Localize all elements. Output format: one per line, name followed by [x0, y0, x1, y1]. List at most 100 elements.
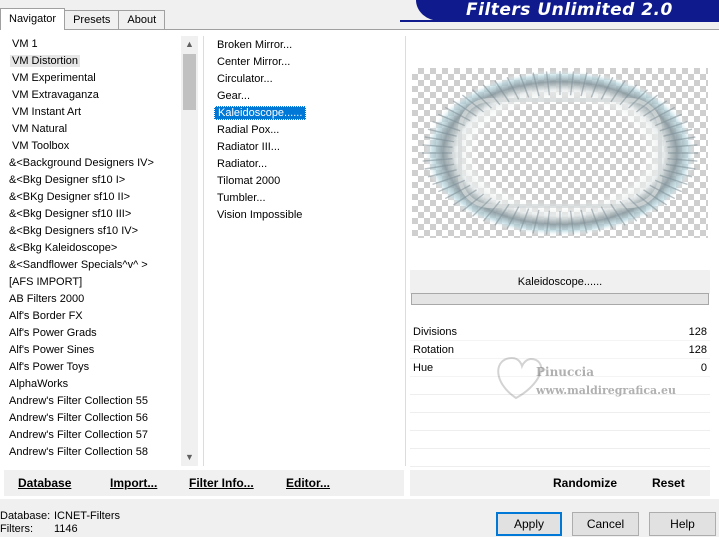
- param-row-rotation[interactable]: Rotation 128: [410, 341, 710, 359]
- editor-button[interactable]: Editor...: [286, 470, 330, 496]
- category-item[interactable]: [AFS IMPORT]: [0, 274, 181, 291]
- category-item[interactable]: &<Bkg Designers sf10 IV>: [0, 223, 181, 240]
- filter-preview: [412, 68, 708, 238]
- help-button[interactable]: Help: [649, 512, 716, 536]
- category-label: &<Background Designers IV>: [9, 157, 154, 169]
- filter-item[interactable]: Tumbler...: [214, 190, 394, 207]
- param-name: Hue: [413, 362, 434, 374]
- category-label: Andrew's Filter Collection 57: [9, 429, 149, 441]
- tab-about[interactable]: About: [118, 10, 166, 30]
- tab-bar: Navigator Presets About: [0, 8, 166, 30]
- parameter-title: Kaleidoscope......: [410, 270, 710, 294]
- toolbar-right: Randomize Reset: [410, 470, 710, 496]
- filter-item[interactable]: Vision Impossible: [214, 207, 394, 224]
- category-item[interactable]: Alf's Power Sines: [0, 342, 181, 359]
- param-row-empty: [410, 449, 710, 467]
- database-button[interactable]: Database: [18, 470, 71, 496]
- param-name: Rotation: [413, 344, 454, 356]
- filter-item[interactable]: Center Mirror...: [214, 54, 394, 71]
- category-label: VM Natural: [12, 123, 68, 135]
- category-label: VM Extravaganza: [12, 89, 99, 101]
- category-scrollbar[interactable]: ▲ ▼: [181, 36, 198, 466]
- category-label: VM Experimental: [12, 72, 96, 84]
- category-item[interactable]: VM 1: [0, 36, 181, 53]
- divider: [405, 36, 406, 466]
- param-row-empty: [410, 413, 710, 431]
- category-label: VM Instant Art: [12, 106, 82, 118]
- filter-item[interactable]: Radial Pox...: [214, 122, 394, 139]
- category-label: Andrew's Filter Collection 56: [9, 412, 149, 424]
- category-item[interactable]: Alf's Power Grads: [0, 325, 181, 342]
- category-label: [AFS IMPORT]: [9, 276, 83, 288]
- chevron-up-icon[interactable]: ▲: [181, 36, 198, 53]
- category-item[interactable]: &<Bkg Designer sf10 III>: [0, 206, 181, 223]
- filter-label: Gear...: [217, 90, 251, 102]
- category-item[interactable]: &<Sandflower Specials^v^ >: [0, 257, 181, 274]
- filter-item[interactable]: Tilomat 2000: [214, 173, 394, 190]
- filter-info-button[interactable]: Filter Info...: [189, 470, 254, 496]
- category-item[interactable]: &<Background Designers IV>: [0, 155, 181, 172]
- filter-item[interactable]: Gear...: [214, 88, 394, 105]
- param-row-empty: [410, 377, 710, 395]
- randomize-button[interactable]: Randomize: [553, 470, 617, 496]
- cancel-button[interactable]: Cancel: [572, 512, 639, 536]
- filter-label: Tilomat 2000: [217, 175, 281, 187]
- param-row-empty: [410, 395, 710, 413]
- filter-item[interactable]: Radiator III...: [214, 139, 394, 156]
- category-item[interactable]: VM Toolbox: [0, 138, 181, 155]
- category-item[interactable]: AlphaWorks: [0, 376, 181, 393]
- chevron-down-icon[interactable]: ▼: [181, 449, 198, 466]
- category-label: Alf's Power Sines: [9, 344, 95, 356]
- filter-item[interactable]: Radiator...: [214, 156, 394, 173]
- category-item[interactable]: Alf's Border FX: [0, 308, 181, 325]
- import-button[interactable]: Import...: [110, 470, 157, 496]
- filter-label: Radiator...: [217, 158, 268, 170]
- apply-button[interactable]: Apply: [496, 512, 562, 536]
- category-item[interactable]: VM Instant Art: [0, 104, 181, 121]
- category-item[interactable]: &<Bkg Designer sf10 I>: [0, 172, 181, 189]
- filter-item[interactable]: Kaleidoscope......: [214, 105, 394, 122]
- navigator-panel: VM 1 VM Distortion VM Experimental VM Extra…: [0, 29, 719, 499]
- filter-item[interactable]: Circulator...: [214, 71, 394, 88]
- divider: [203, 36, 204, 466]
- reset-button[interactable]: Reset: [652, 470, 685, 496]
- filter-label: Circulator...: [217, 73, 273, 85]
- param-row-hue[interactable]: Hue 0: [410, 359, 710, 377]
- param-name: Divisions: [413, 326, 458, 338]
- scrollbar-thumb[interactable]: [183, 54, 196, 110]
- category-item[interactable]: &<Bkg Kaleidoscope>: [0, 240, 181, 257]
- parameter-slider[interactable]: [411, 293, 709, 305]
- category-item[interactable]: VM Distortion: [0, 53, 181, 70]
- category-label: Alf's Border FX: [9, 310, 83, 322]
- category-label: Alf's Power Grads: [9, 327, 97, 339]
- category-label: VM 1: [12, 38, 38, 50]
- category-item[interactable]: Andrew's Filter Collection 55: [0, 393, 181, 410]
- parameter-list: Divisions 128 Rotation 128 Hue 0: [410, 323, 710, 467]
- category-item[interactable]: AB Filters 2000: [0, 291, 181, 308]
- filter-list[interactable]: Broken Mirror... Center Mirror... Circulat…: [214, 37, 394, 224]
- category-item[interactable]: Alf's Power Toys: [0, 359, 181, 376]
- category-item[interactable]: Andrew's Filter Collection 56: [0, 410, 181, 427]
- category-label: &<Bkg Designer sf10 I>: [9, 174, 126, 186]
- tab-presets[interactable]: Presets: [64, 10, 120, 30]
- category-item[interactable]: &<BKg Designer sf10 II>: [0, 189, 181, 206]
- param-value: 128: [688, 344, 707, 356]
- category-item[interactable]: VM Experimental: [0, 70, 181, 87]
- category-item[interactable]: Andrew's Filter Collection 58: [0, 444, 181, 461]
- category-label: &<Bkg Designer sf10 III>: [9, 208, 132, 220]
- category-list[interactable]: VM 1 VM Distortion VM Experimental VM Extra…: [0, 36, 181, 466]
- category-label: Andrew's Filter Collection 55: [9, 395, 149, 407]
- status-info: Database: ICNET-Filters Filters: 1146: [0, 510, 120, 536]
- filter-label: Radiator III...: [217, 141, 280, 153]
- category-item[interactable]: VM Extravaganza: [0, 87, 181, 104]
- param-row-divisions[interactable]: Divisions 128: [410, 323, 710, 341]
- category-item[interactable]: Andrew's Filter Collection 57: [0, 427, 181, 444]
- param-value: 128: [688, 326, 707, 338]
- category-label: &<Bkg Designers sf10 IV>: [9, 225, 139, 237]
- app-title: Filters Unlimited 2.0: [416, 0, 719, 21]
- database-value: ICNET-Filters: [54, 510, 120, 522]
- category-label: Alf's Power Toys: [9, 361, 90, 373]
- tab-navigator[interactable]: Navigator: [0, 8, 66, 30]
- category-item[interactable]: VM Natural: [0, 121, 181, 138]
- filter-item[interactable]: Broken Mirror...: [214, 37, 394, 54]
